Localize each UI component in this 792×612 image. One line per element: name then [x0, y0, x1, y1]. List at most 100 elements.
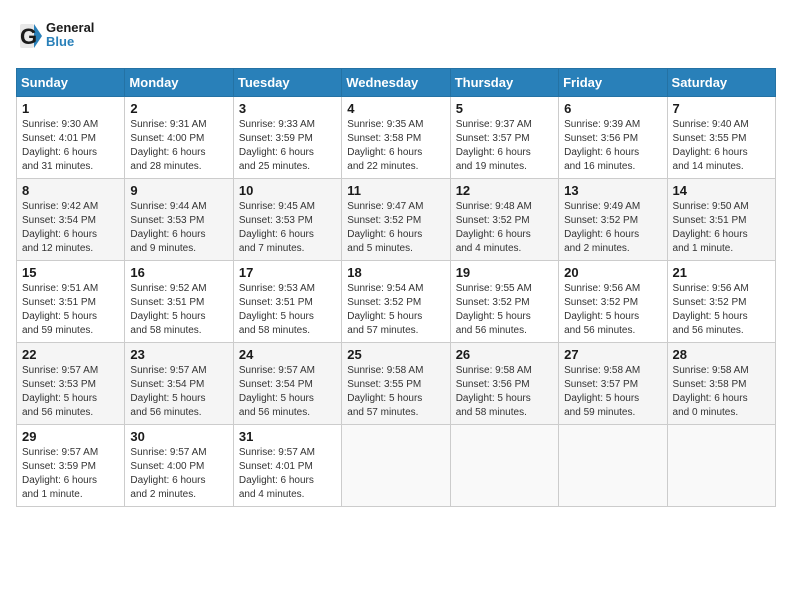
day-info: Sunrise: 9:39 AM Sunset: 3:56 PM Dayligh… — [564, 118, 661, 174]
calendar-cell: 16 Sunrise: 9:52 AM Sunset: 3:51 PM Dayli… — [125, 261, 233, 343]
header-day-sunday: Sunday — [17, 69, 125, 97]
day-info: Sunrise: 9:52 AM Sunset: 3:51 PM Dayligh… — [130, 282, 227, 338]
day-info: Sunrise: 9:58 AM Sunset: 3:55 PM Dayligh… — [347, 364, 444, 420]
day-number: 26 — [456, 347, 553, 362]
day-number: 2 — [130, 101, 227, 116]
header-day-friday: Friday — [559, 69, 667, 97]
day-number: 10 — [239, 183, 336, 198]
calendar-table: SundayMondayTuesdayWednesdayThursdayFrid… — [16, 68, 776, 507]
day-number: 8 — [22, 183, 119, 198]
calendar-cell: 23Sunrise: 9:57 AM Sunset: 3:54 PM Dayli… — [125, 343, 233, 425]
calendar-cell: 27Sunrise: 9:58 AM Sunset: 3:57 PM Dayli… — [559, 343, 667, 425]
day-number: 16 — [130, 265, 227, 280]
day-info: Sunrise: 9:30 AM Sunset: 4:01 PM Dayligh… — [22, 118, 119, 174]
day-number: 22 — [22, 347, 119, 362]
day-number: 19 — [456, 265, 553, 280]
day-info: Sunrise: 9:53 AM Sunset: 3:51 PM Dayligh… — [239, 282, 336, 338]
calendar-cell: 5 Sunrise: 9:37 AM Sunset: 3:57 PM Daylig… — [450, 97, 558, 179]
day-number: 30 — [130, 429, 227, 444]
header-day-thursday: Thursday — [450, 69, 558, 97]
day-info: Sunrise: 9:45 AM Sunset: 3:53 PM Dayligh… — [239, 200, 336, 256]
day-info: Sunrise: 9:57 AM Sunset: 3:54 PM Dayligh… — [239, 364, 336, 420]
calendar-cell: 26 Sunrise: 9:58 AM Sunset: 3:56 PM Dayli… — [450, 343, 558, 425]
calendar-cell: 6Sunrise: 9:39 AM Sunset: 3:56 PM Daylig… — [559, 97, 667, 179]
calendar-cell: 29 Sunrise: 9:57 AM Sunset: 3:59 PM Dayli… — [17, 425, 125, 507]
logo: General Blue G — [16, 16, 116, 56]
day-info: Sunrise: 9:57 AM Sunset: 3:59 PM Dayligh… — [22, 446, 119, 502]
day-number: 28 — [673, 347, 770, 362]
calendar-cell: 12 Sunrise: 9:48 AM Sunset: 3:52 PM Dayli… — [450, 179, 558, 261]
day-info: Sunrise: 9:35 AM Sunset: 3:58 PM Dayligh… — [347, 118, 444, 174]
calendar-cell — [667, 425, 775, 507]
header-day-wednesday: Wednesday — [342, 69, 450, 97]
day-number: 13 — [564, 183, 661, 198]
day-info: Sunrise: 9:56 AM Sunset: 3:52 PM Dayligh… — [564, 282, 661, 338]
calendar-cell: 28 Sunrise: 9:58 AM Sunset: 3:58 PM Dayli… — [667, 343, 775, 425]
calendar-cell: 18 Sunrise: 9:54 AM Sunset: 3:52 PM Dayli… — [342, 261, 450, 343]
calendar-cell: 21Sunrise: 9:56 AM Sunset: 3:52 PM Dayli… — [667, 261, 775, 343]
header-day-monday: Monday — [125, 69, 233, 97]
calendar-cell: 25Sunrise: 9:58 AM Sunset: 3:55 PM Dayli… — [342, 343, 450, 425]
week-row-3: 15Sunrise: 9:51 AM Sunset: 3:51 PM Dayli… — [17, 261, 776, 343]
day-info: Sunrise: 9:57 AM Sunset: 4:01 PM Dayligh… — [239, 446, 336, 502]
day-info: Sunrise: 9:44 AM Sunset: 3:53 PM Dayligh… — [130, 200, 227, 256]
day-info: Sunrise: 9:31 AM Sunset: 4:00 PM Dayligh… — [130, 118, 227, 174]
day-info: Sunrise: 9:57 AM Sunset: 3:53 PM Dayligh… — [22, 364, 119, 420]
logo-svg: General Blue G — [16, 16, 116, 56]
day-info: Sunrise: 9:50 AM Sunset: 3:51 PM Dayligh… — [673, 200, 770, 256]
day-number: 11 — [347, 183, 444, 198]
calendar-cell: 9Sunrise: 9:44 AM Sunset: 3:53 PM Daylig… — [125, 179, 233, 261]
header-day-saturday: Saturday — [667, 69, 775, 97]
calendar-cell: 11 Sunrise: 9:47 AM Sunset: 3:52 PM Dayli… — [342, 179, 450, 261]
day-info: Sunrise: 9:49 AM Sunset: 3:52 PM Dayligh… — [564, 200, 661, 256]
day-info: Sunrise: 9:40 AM Sunset: 3:55 PM Dayligh… — [673, 118, 770, 174]
day-info: Sunrise: 9:55 AM Sunset: 3:52 PM Dayligh… — [456, 282, 553, 338]
day-info: Sunrise: 9:58 AM Sunset: 3:56 PM Dayligh… — [456, 364, 553, 420]
calendar-cell: 31Sunrise: 9:57 AM Sunset: 4:01 PM Dayli… — [233, 425, 341, 507]
calendar-cell: 8 Sunrise: 9:42 AM Sunset: 3:54 PM Daylig… — [17, 179, 125, 261]
day-number: 20 — [564, 265, 661, 280]
day-number: 18 — [347, 265, 444, 280]
week-row-2: 8 Sunrise: 9:42 AM Sunset: 3:54 PM Daylig… — [17, 179, 776, 261]
day-number: 1 — [22, 101, 119, 116]
day-number: 5 — [456, 101, 553, 116]
calendar-cell: 3Sunrise: 9:33 AM Sunset: 3:59 PM Daylig… — [233, 97, 341, 179]
calendar-cell: 13 Sunrise: 9:49 AM Sunset: 3:52 PM Dayli… — [559, 179, 667, 261]
day-info: Sunrise: 9:58 AM Sunset: 3:58 PM Dayligh… — [673, 364, 770, 420]
day-number: 27 — [564, 347, 661, 362]
day-number: 15 — [22, 265, 119, 280]
svg-text:General: General — [46, 20, 94, 35]
svg-text:Blue: Blue — [46, 34, 74, 49]
week-row-4: 22 Sunrise: 9:57 AM Sunset: 3:53 PM Dayli… — [17, 343, 776, 425]
calendar-body: 1 Sunrise: 9:30 AM Sunset: 4:01 PM Daylig… — [17, 97, 776, 507]
day-number: 3 — [239, 101, 336, 116]
day-number: 29 — [22, 429, 119, 444]
calendar-cell: 17Sunrise: 9:53 AM Sunset: 3:51 PM Dayli… — [233, 261, 341, 343]
calendar-cell: 2 Sunrise: 9:31 AM Sunset: 4:00 PM Daylig… — [125, 97, 233, 179]
calendar-cell: 14 Sunrise: 9:50 AM Sunset: 3:51 PM Dayli… — [667, 179, 775, 261]
calendar-cell: 7Sunrise: 9:40 AM Sunset: 3:55 PM Daylig… — [667, 97, 775, 179]
day-number: 14 — [673, 183, 770, 198]
calendar-cell: 30 Sunrise: 9:57 AM Sunset: 4:00 PM Dayli… — [125, 425, 233, 507]
calendar-cell: 22 Sunrise: 9:57 AM Sunset: 3:53 PM Dayli… — [17, 343, 125, 425]
calendar-header: SundayMondayTuesdayWednesdayThursdayFrid… — [17, 69, 776, 97]
calendar-cell: 24 Sunrise: 9:57 AM Sunset: 3:54 PM Dayli… — [233, 343, 341, 425]
day-info: Sunrise: 9:47 AM Sunset: 3:52 PM Dayligh… — [347, 200, 444, 256]
week-row-5: 29 Sunrise: 9:57 AM Sunset: 3:59 PM Dayli… — [17, 425, 776, 507]
day-info: Sunrise: 9:54 AM Sunset: 3:52 PM Dayligh… — [347, 282, 444, 338]
calendar-cell — [559, 425, 667, 507]
page-header: General Blue G — [16, 16, 776, 56]
calendar-cell: 19 Sunrise: 9:55 AM Sunset: 3:52 PM Dayli… — [450, 261, 558, 343]
calendar-cell: 4 Sunrise: 9:35 AM Sunset: 3:58 PM Daylig… — [342, 97, 450, 179]
day-info: Sunrise: 9:37 AM Sunset: 3:57 PM Dayligh… — [456, 118, 553, 174]
day-number: 24 — [239, 347, 336, 362]
day-number: 12 — [456, 183, 553, 198]
day-info: Sunrise: 9:48 AM Sunset: 3:52 PM Dayligh… — [456, 200, 553, 256]
day-info: Sunrise: 9:57 AM Sunset: 4:00 PM Dayligh… — [130, 446, 227, 502]
day-info: Sunrise: 9:42 AM Sunset: 3:54 PM Dayligh… — [22, 200, 119, 256]
calendar-cell: 15Sunrise: 9:51 AM Sunset: 3:51 PM Dayli… — [17, 261, 125, 343]
svg-text:G: G — [20, 24, 37, 49]
calendar-cell — [342, 425, 450, 507]
day-info: Sunrise: 9:57 AM Sunset: 3:54 PM Dayligh… — [130, 364, 227, 420]
day-number: 4 — [347, 101, 444, 116]
